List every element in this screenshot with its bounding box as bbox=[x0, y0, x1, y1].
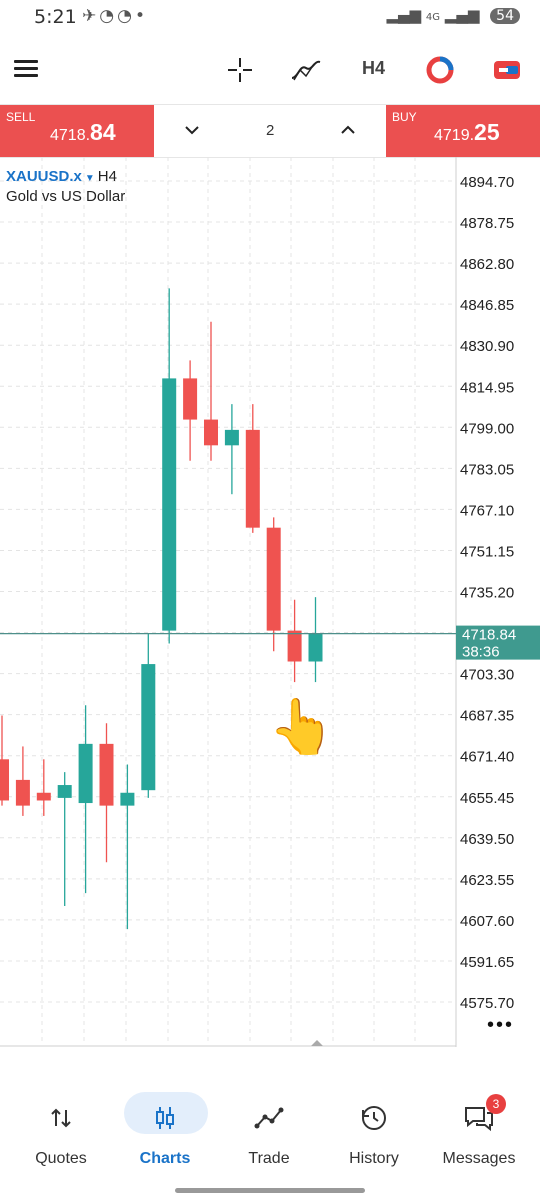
candle-bearish[interactable] bbox=[287, 630, 302, 662]
top-toolbar: H4 bbox=[0, 36, 540, 105]
price-tick-label: 4846.85 bbox=[460, 297, 514, 314]
candle-bullish[interactable] bbox=[224, 429, 239, 446]
price-tick-label: 4623.55 bbox=[460, 872, 514, 889]
price-tick-label: 4735.20 bbox=[460, 585, 514, 602]
candle-bearish[interactable] bbox=[183, 378, 198, 420]
candle-bullish[interactable] bbox=[78, 743, 93, 804]
price-tick-label: 4783.05 bbox=[460, 461, 514, 478]
price-tick-label: 4814.95 bbox=[460, 379, 514, 396]
signal-icon: ▂▄▆ bbox=[444, 6, 480, 24]
volume-value[interactable]: 2 bbox=[266, 122, 274, 139]
price-chart[interactable]: 4894.70 4878.75 4862.80 4846.85 4830.90 4814.… bbox=[0, 157, 540, 1047]
trend-line-icon bbox=[214, 1098, 324, 1138]
timeframe-button[interactable]: H4 bbox=[362, 58, 385, 79]
candle-bullish[interactable] bbox=[162, 378, 177, 631]
nav-quotes[interactable]: Quotes bbox=[6, 1098, 116, 1168]
current-price-label: 4718.84 bbox=[462, 627, 516, 644]
price-tick-label: 4639.50 bbox=[460, 831, 514, 848]
buy-label: BUY bbox=[392, 110, 417, 124]
one-click-trade-icon[interactable] bbox=[490, 54, 524, 86]
bar-countdown-label: 38:36 bbox=[462, 644, 500, 661]
price-tick-label: 4878.75 bbox=[460, 215, 514, 232]
crosshair-icon[interactable] bbox=[224, 54, 256, 86]
price-tick-label: 4862.80 bbox=[460, 256, 514, 273]
price-tick-label: 4671.40 bbox=[460, 749, 514, 766]
volume-decrease-button[interactable] bbox=[184, 119, 200, 142]
menu-icon[interactable] bbox=[14, 60, 38, 78]
sort-arrows-icon bbox=[6, 1098, 116, 1138]
price-tick-label: 4703.30 bbox=[460, 667, 514, 684]
trade-bar: SELL 4718.84 2 BUY 4719.25 bbox=[0, 105, 540, 158]
status-bar: 5:21 ✈◔◔• ▂▄▆ 4G ▂▄▆ 54 bbox=[0, 0, 540, 36]
price-tick-label: 4830.90 bbox=[460, 338, 514, 355]
price-tick-label: 4591.65 bbox=[460, 954, 514, 971]
candles-icon bbox=[110, 1098, 220, 1138]
network-type: 4G bbox=[425, 12, 440, 23]
nav-charts-label: Charts bbox=[139, 1150, 191, 1167]
caret-down-icon: ▼ bbox=[84, 173, 95, 184]
system-icons: ▂▄▆ 4G ▂▄▆ 54 bbox=[386, 6, 520, 24]
scroll-marker-icon[interactable] bbox=[311, 1040, 323, 1046]
home-indicator[interactable] bbox=[175, 1188, 365, 1193]
more-icon[interactable]: ••• bbox=[487, 1014, 514, 1037]
price-tick-label: 4575.70 bbox=[460, 995, 514, 1012]
price-tick-label: 4607.60 bbox=[460, 913, 514, 930]
nav-messages-label: Messages bbox=[442, 1150, 516, 1167]
sell-price: 4718.84 bbox=[50, 119, 116, 145]
battery-indicator: 54 bbox=[490, 8, 520, 24]
candle-bullish[interactable] bbox=[141, 664, 156, 791]
signal-icon: ▂▄▆ bbox=[386, 6, 422, 24]
buy-price: 4719.25 bbox=[434, 119, 500, 145]
chart-timeframe: H4 bbox=[97, 168, 117, 185]
candle-bearish[interactable] bbox=[0, 759, 9, 801]
nav-trade[interactable]: Trade bbox=[214, 1098, 324, 1168]
candle-bearish[interactable] bbox=[15, 779, 30, 806]
status-time: 5:21 bbox=[34, 6, 77, 28]
whatsapp-icon: ◔ bbox=[117, 6, 135, 26]
price-tick-label: 4894.70 bbox=[460, 174, 514, 191]
sell-label: SELL bbox=[6, 110, 36, 124]
volume-increase-button[interactable] bbox=[340, 119, 356, 142]
pointing-hand-icon: 👆 bbox=[268, 697, 336, 757]
price-tick-label: 4751.15 bbox=[460, 543, 514, 560]
dot-icon: • bbox=[134, 6, 148, 26]
candle-bullish[interactable] bbox=[120, 792, 135, 806]
whatsapp-icon: ◔ bbox=[99, 6, 118, 26]
price-tick-label: 4799.00 bbox=[460, 420, 514, 437]
messages-badge: 3 bbox=[486, 1094, 506, 1114]
history-clock-icon bbox=[319, 1098, 429, 1138]
chat-bubbles-icon: 3 bbox=[424, 1094, 534, 1138]
chart-symbol-header[interactable]: XAUUSD.x ▼ H4 bbox=[6, 168, 117, 185]
price-tick-label: 4687.35 bbox=[460, 708, 514, 725]
nav-charts[interactable]: Charts bbox=[110, 1092, 220, 1168]
nav-quotes-label: Quotes bbox=[35, 1150, 87, 1167]
buy-button[interactable]: BUY 4719.25 bbox=[386, 105, 540, 157]
nav-messages[interactable]: 3 Messages bbox=[424, 1094, 534, 1168]
candle-bearish[interactable] bbox=[204, 419, 218, 446]
trading-signal-icon[interactable] bbox=[424, 54, 456, 86]
candle-bullish[interactable] bbox=[308, 633, 323, 662]
candle-bearish[interactable] bbox=[266, 527, 281, 631]
nav-trade-label: Trade bbox=[248, 1150, 290, 1167]
symbol-name[interactable]: XAUUSD.x bbox=[6, 168, 82, 185]
price-tick-label: 4767.10 bbox=[460, 502, 514, 519]
telegram-icon: ✈ bbox=[82, 6, 100, 26]
nav-history[interactable]: History bbox=[319, 1098, 429, 1168]
candle-bearish[interactable] bbox=[36, 792, 51, 801]
sell-button[interactable]: SELL 4718.84 bbox=[0, 105, 154, 157]
notification-icons: ✈◔◔• bbox=[82, 6, 148, 26]
candle-bearish[interactable] bbox=[99, 743, 114, 806]
symbol-description: Gold vs US Dollar bbox=[6, 188, 126, 205]
bottom-navigation: Quotes Charts Trade History 3 Messages bbox=[0, 1080, 540, 1200]
indicators-icon[interactable] bbox=[289, 54, 323, 86]
candle-bullish[interactable] bbox=[57, 785, 72, 798]
candle-bearish[interactable] bbox=[245, 429, 260, 528]
price-tick-label: 4655.45 bbox=[460, 790, 514, 807]
nav-history-label: History bbox=[349, 1150, 399, 1167]
